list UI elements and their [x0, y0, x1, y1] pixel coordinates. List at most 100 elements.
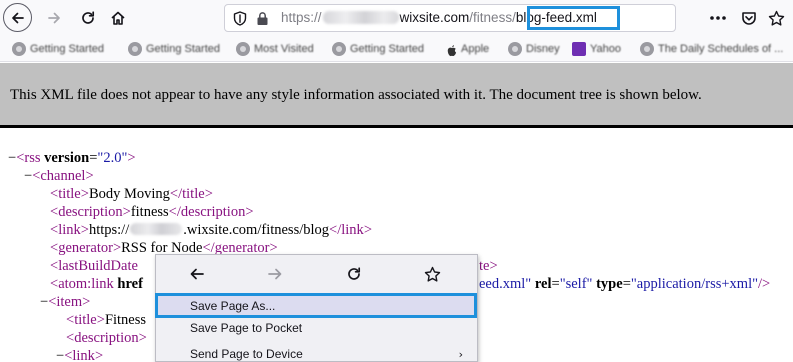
star-icon — [768, 10, 784, 26]
collapse-toggle[interactable]: − — [56, 348, 64, 362]
url-blurred-subdomain — [322, 11, 399, 24]
bookmark-item[interactable]: Disney — [508, 41, 560, 57]
url-protocol: https:// — [281, 10, 322, 25]
xml-tag-name: atom:link — [58, 276, 114, 292]
more-dots-icon — [710, 16, 726, 20]
url-path-prefix: /fitness/ — [469, 10, 516, 25]
xml-tag-name: title — [182, 186, 205, 202]
submenu-arrow-icon: › — [458, 348, 463, 361]
context-forward-button[interactable] — [264, 263, 286, 285]
pocket-button[interactable] — [735, 4, 763, 32]
context-back-button[interactable] — [186, 263, 208, 285]
bookmark-label: Most Visited — [254, 43, 314, 55]
globe-icon — [332, 42, 346, 56]
xml-attr-name: rel — [534, 276, 552, 292]
xml-tag-name: title — [74, 312, 97, 328]
back-arrow-icon — [11, 12, 24, 23]
menu-item-highlight-box — [155, 293, 477, 318]
xml-attr-value: "application/rss+xml" — [630, 276, 759, 292]
bookmark-item[interactable]: Getting Started — [332, 41, 424, 57]
context-bookmark-button[interactable] — [421, 263, 443, 285]
bookmark-star-button[interactable] — [762, 4, 790, 32]
xml-tag-name: link — [72, 348, 95, 362]
page-actions-button[interactable] — [704, 4, 732, 32]
blurred-text — [130, 223, 183, 235]
xml-text: te> — [479, 258, 498, 274]
bookmark-item[interactable]: Most Visited — [236, 41, 314, 57]
xml-tag-name: link — [341, 222, 364, 238]
context-reload-button[interactable] — [343, 263, 365, 285]
xml-attr-value: "2.0" — [97, 150, 128, 166]
xml-atomlink-line: <atom:link href — [50, 276, 143, 292]
star-icon — [424, 266, 440, 282]
bookmark-item[interactable]: Getting Started — [12, 41, 104, 57]
xml-text: Fitness — [104, 312, 147, 328]
xml-tag-name: item — [56, 294, 83, 310]
collapse-toggle[interactable]: − — [8, 150, 16, 166]
reload-icon — [348, 267, 361, 280]
forward-arrow-icon — [268, 268, 282, 280]
menu-item-label: Save Page to Pocket — [190, 321, 303, 335]
yahoo-icon — [572, 42, 586, 56]
tracking-shield-icon[interactable] — [233, 11, 247, 26]
xml-channel-open: −<channel> — [24, 168, 94, 184]
home-icon — [111, 11, 125, 25]
xml-link-line: <link>https://.wixsite.com/fitness/blog<… — [50, 222, 372, 238]
save-page-to-pocket-item[interactable]: Save Page to Pocket — [156, 317, 477, 339]
xml-attr-name: type — [596, 276, 623, 292]
xml-tag-name: description — [74, 330, 139, 346]
xml-description-line: <description>fitness</description> — [50, 204, 254, 220]
xml-title-line: <title>Body Moving</title> — [50, 186, 213, 202]
context-menu: Save Page As... Save Page to Pocket Send… — [155, 254, 478, 362]
context-menu-navigation — [156, 255, 477, 293]
globe-icon — [508, 42, 522, 56]
xml-tag-name: title — [58, 186, 81, 202]
url-bar[interactable]: https://wixsite.com/fitness/blog-feed.xm… — [224, 4, 676, 32]
bookmark-label: The Daily Schedules of ... — [658, 43, 784, 55]
lock-icon[interactable] — [256, 11, 269, 26]
xml-tag-name: description — [180, 204, 246, 220]
url-domain: wixsite.com — [399, 10, 470, 25]
xml-tag-name: generator — [58, 240, 113, 256]
apple-icon — [447, 42, 457, 57]
bookmark-item[interactable]: Apple — [447, 41, 489, 57]
bookmark-item[interactable]: The Daily Schedules of ... — [640, 41, 783, 57]
xml-lastbuilddate-tail: te> — [479, 257, 498, 275]
xml-info-text: This XML file does not appear to have an… — [10, 87, 702, 103]
xml-info-banner: This XML file does not appear to have an… — [0, 63, 793, 125]
home-button[interactable] — [104, 4, 132, 32]
bookmark-label: Getting Started — [146, 43, 220, 55]
browser-toolbar: https://wixsite.com/fitness/blog-feed.xm… — [0, 0, 793, 36]
back-button[interactable] — [3, 3, 32, 32]
send-page-to-device-item[interactable]: Send Page to Device › — [156, 343, 477, 362]
xml-lastbuilddate-line: <lastBuildDate — [50, 258, 138, 274]
globe-icon — [12, 42, 26, 56]
collapse-toggle[interactable]: − — [24, 168, 32, 184]
xml-attr-value: "self" — [559, 276, 593, 292]
xml-tag-name: lastBuildDate — [58, 258, 138, 274]
xml-text: https:// — [88, 222, 130, 238]
xml-atomlink-tail: eed.xml" rel="self" type="application/rs… — [479, 276, 771, 292]
xml-tag-name: description — [58, 204, 123, 220]
reload-icon — [82, 11, 95, 24]
menu-item-label: Send Page to Device — [190, 347, 303, 361]
xml-item-link-line: −<link> — [56, 348, 104, 362]
forward-button[interactable] — [40, 4, 68, 32]
xml-tag-name: link — [58, 222, 81, 238]
xml-item-open: −<item> — [40, 294, 91, 310]
globe-icon — [640, 42, 654, 56]
bookmark-label: Getting Started — [350, 43, 424, 55]
reload-button[interactable] — [74, 4, 102, 32]
bookmark-item[interactable]: Getting Started — [128, 41, 220, 57]
xml-item-description-line: <description> — [66, 330, 147, 346]
bookmark-item[interactable]: Yahoo — [572, 41, 621, 57]
xml-text: .wixsite.com/fitness/blog — [183, 222, 330, 238]
bookmark-label: Getting Started — [30, 43, 104, 55]
xml-tag-close: /> — [758, 276, 771, 292]
url-path-highlight-box — [527, 6, 620, 30]
globe-icon — [128, 42, 142, 56]
xml-attr-name: version — [44, 150, 90, 166]
pocket-icon — [742, 12, 756, 25]
bookmarks-toolbar: Getting Started Getting Started Most Vis… — [0, 36, 793, 62]
collapse-toggle[interactable]: − — [40, 294, 48, 310]
